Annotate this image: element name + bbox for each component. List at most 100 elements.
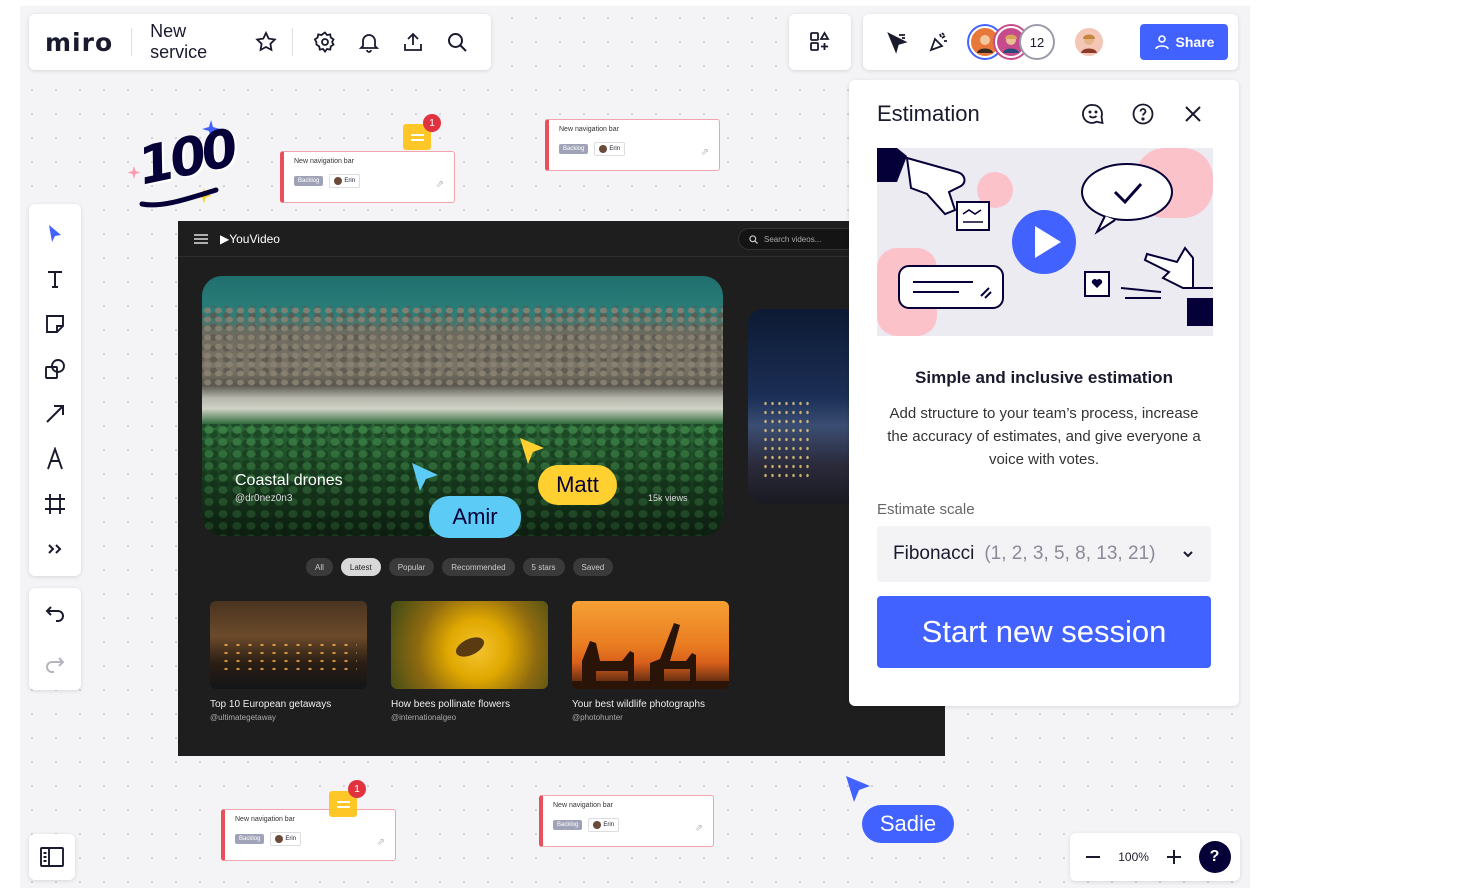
filter-chips: All Latest Popular Recommended 5 stars S… — [306, 558, 614, 576]
jira-icon: ⇗ — [435, 179, 444, 190]
text-icon[interactable] — [37, 261, 73, 297]
avatar — [599, 145, 608, 153]
comment-badge: 1 — [423, 114, 441, 132]
video-channel: @internationalgeo — [391, 713, 457, 722]
scale-value: Fibonacci — [893, 543, 975, 564]
video-card[interactable]: Your best wildlife photographs @photohun… — [572, 601, 729, 722]
video-channel: @photohunter — [572, 713, 623, 722]
assignee-name: Erin — [344, 178, 356, 184]
feedback-icon[interactable] — [1075, 96, 1111, 132]
apps-button[interactable] — [789, 14, 851, 70]
share-button[interactable]: Share — [1140, 24, 1228, 60]
user-icon — [1154, 35, 1169, 50]
hero-views: 15k views — [648, 493, 688, 503]
undo-icon[interactable] — [37, 596, 73, 632]
avatar-stack[interactable]: 12 — [969, 26, 1053, 58]
comment-badge: 1 — [348, 780, 366, 798]
card-tag: Backlog — [559, 144, 589, 154]
collaborator-count[interactable]: 12 — [1021, 26, 1053, 58]
card-tag: Backlog — [235, 834, 265, 844]
frames-panel-toggle[interactable] — [29, 834, 75, 880]
shapes-icon[interactable] — [37, 351, 73, 387]
youvideo-logo-text: YouVideo — [229, 231, 280, 246]
video-title: Your best wildlife photographs — [572, 699, 706, 710]
chip-all[interactable]: All — [306, 558, 333, 576]
video-thumbnail — [210, 601, 367, 689]
search-placeholder: Search videos... — [764, 234, 822, 244]
youvideo-header: ▶YouVideo Search videos... — [178, 221, 945, 257]
frame-icon[interactable] — [37, 486, 73, 522]
arrow-icon[interactable] — [37, 396, 73, 432]
more-icon[interactable] — [37, 531, 73, 567]
select-icon[interactable] — [37, 216, 73, 252]
hero-channel: @dr0nez0n3 — [235, 493, 293, 504]
sticky-note-icon[interactable] — [37, 306, 73, 342]
video-title: How bees pollinate flowers — [391, 699, 510, 710]
bell-icon[interactable] — [352, 24, 387, 60]
jira-card[interactable]: New navigation bar Backlog Erin ⇗ — [539, 795, 714, 847]
redo-icon[interactable] — [37, 647, 73, 683]
chip-latest[interactable]: Latest — [340, 558, 381, 576]
board-header: miro New service — [29, 14, 491, 70]
chip-popular[interactable]: Popular — [388, 558, 435, 576]
header-divider — [291, 28, 293, 56]
card-assignee: Erin — [588, 818, 620, 832]
panel-title: Estimation — [877, 101, 980, 126]
estimation-illustration — [877, 148, 1213, 336]
celebrate-icon[interactable] — [921, 24, 957, 60]
menu-icon[interactable] — [194, 233, 208, 244]
zoom-controls: 100% ? — [1070, 833, 1240, 881]
video-title: Top 10 European getaways — [210, 699, 332, 710]
upload-icon[interactable] — [396, 24, 431, 60]
jira-card[interactable]: New navigation bar Backlog Erin ⇗ — [221, 809, 396, 861]
close-icon[interactable] — [1175, 96, 1211, 132]
card-title: New navigation bar — [235, 816, 295, 823]
help-icon[interactable] — [1125, 96, 1161, 132]
assignee-name: Erin — [609, 146, 621, 152]
jira-card[interactable]: New navigation bar Backlog Erin ⇗ — [545, 119, 720, 171]
assignee-name: Erin — [603, 822, 615, 828]
jira-icon: ⇗ — [694, 823, 703, 834]
card-assignee: Erin — [270, 832, 302, 846]
chip-recommended[interactable]: Recommended — [442, 558, 515, 576]
help-button[interactable]: ? — [1198, 841, 1231, 873]
panel-subtitle: Simple and inclusive estimation — [915, 368, 1173, 387]
board-name[interactable]: New service — [150, 21, 246, 63]
avatar — [275, 835, 284, 843]
scale-label: Estimate scale — [877, 501, 975, 518]
jira-icon: ⇗ — [700, 147, 709, 158]
cursor-toggle-icon[interactable] — [879, 24, 915, 60]
video-channel: @ultimategetaway — [210, 713, 276, 722]
city-lights — [762, 399, 812, 479]
estimation-panel: Estimation Simple and inclusive estimati… — [849, 80, 1239, 706]
search-icon[interactable] — [440, 24, 475, 60]
miro-logo[interactable]: miro — [45, 28, 113, 57]
start-session-button[interactable]: Start new session — [877, 596, 1211, 668]
gear-icon[interactable] — [308, 24, 343, 60]
creation-toolbar — [29, 204, 81, 576]
avatar[interactable] — [1073, 26, 1105, 58]
panel-description: Add structure to your team’s process, in… — [887, 405, 1201, 468]
sticker-100[interactable]: 100 — [126, 118, 240, 210]
zoom-level[interactable]: 100% — [1118, 850, 1149, 864]
estimate-scale-select[interactable]: Fibonacci (1, 2, 3, 5, 8, 13, 21) — [877, 526, 1211, 582]
card-title: New navigation bar — [294, 158, 354, 165]
card-tag: Backlog — [294, 176, 324, 186]
zoom-out-icon[interactable] — [1079, 839, 1107, 875]
youvideo-logo[interactable]: ▶YouVideo — [220, 232, 280, 246]
star-icon[interactable] — [254, 24, 278, 60]
board-canvas[interactable]: miro New service 12 Share 100 New naviga… — [20, 6, 1250, 888]
collaboration-bar: 12 Share — [863, 14, 1238, 70]
pen-icon[interactable] — [37, 441, 73, 477]
chip-saved[interactable]: Saved — [572, 558, 614, 576]
jira-card[interactable]: New navigation bar Backlog Erin ⇗ — [280, 151, 455, 203]
cursor-pointer-icon — [412, 463, 438, 491]
chip-5-stars[interactable]: 5 stars — [522, 558, 565, 576]
side-video-thumbnail[interactable] — [748, 309, 858, 504]
video-card[interactable]: Top 10 European getaways @ultimategetawa… — [210, 601, 367, 722]
video-card[interactable]: How bees pollinate flowers @internationa… — [391, 601, 548, 722]
cursor-label-amir: Amir — [429, 496, 521, 538]
card-title: New navigation bar — [553, 802, 613, 809]
zoom-in-icon[interactable] — [1160, 839, 1188, 875]
hero-title: Coastal drones — [235, 472, 343, 489]
